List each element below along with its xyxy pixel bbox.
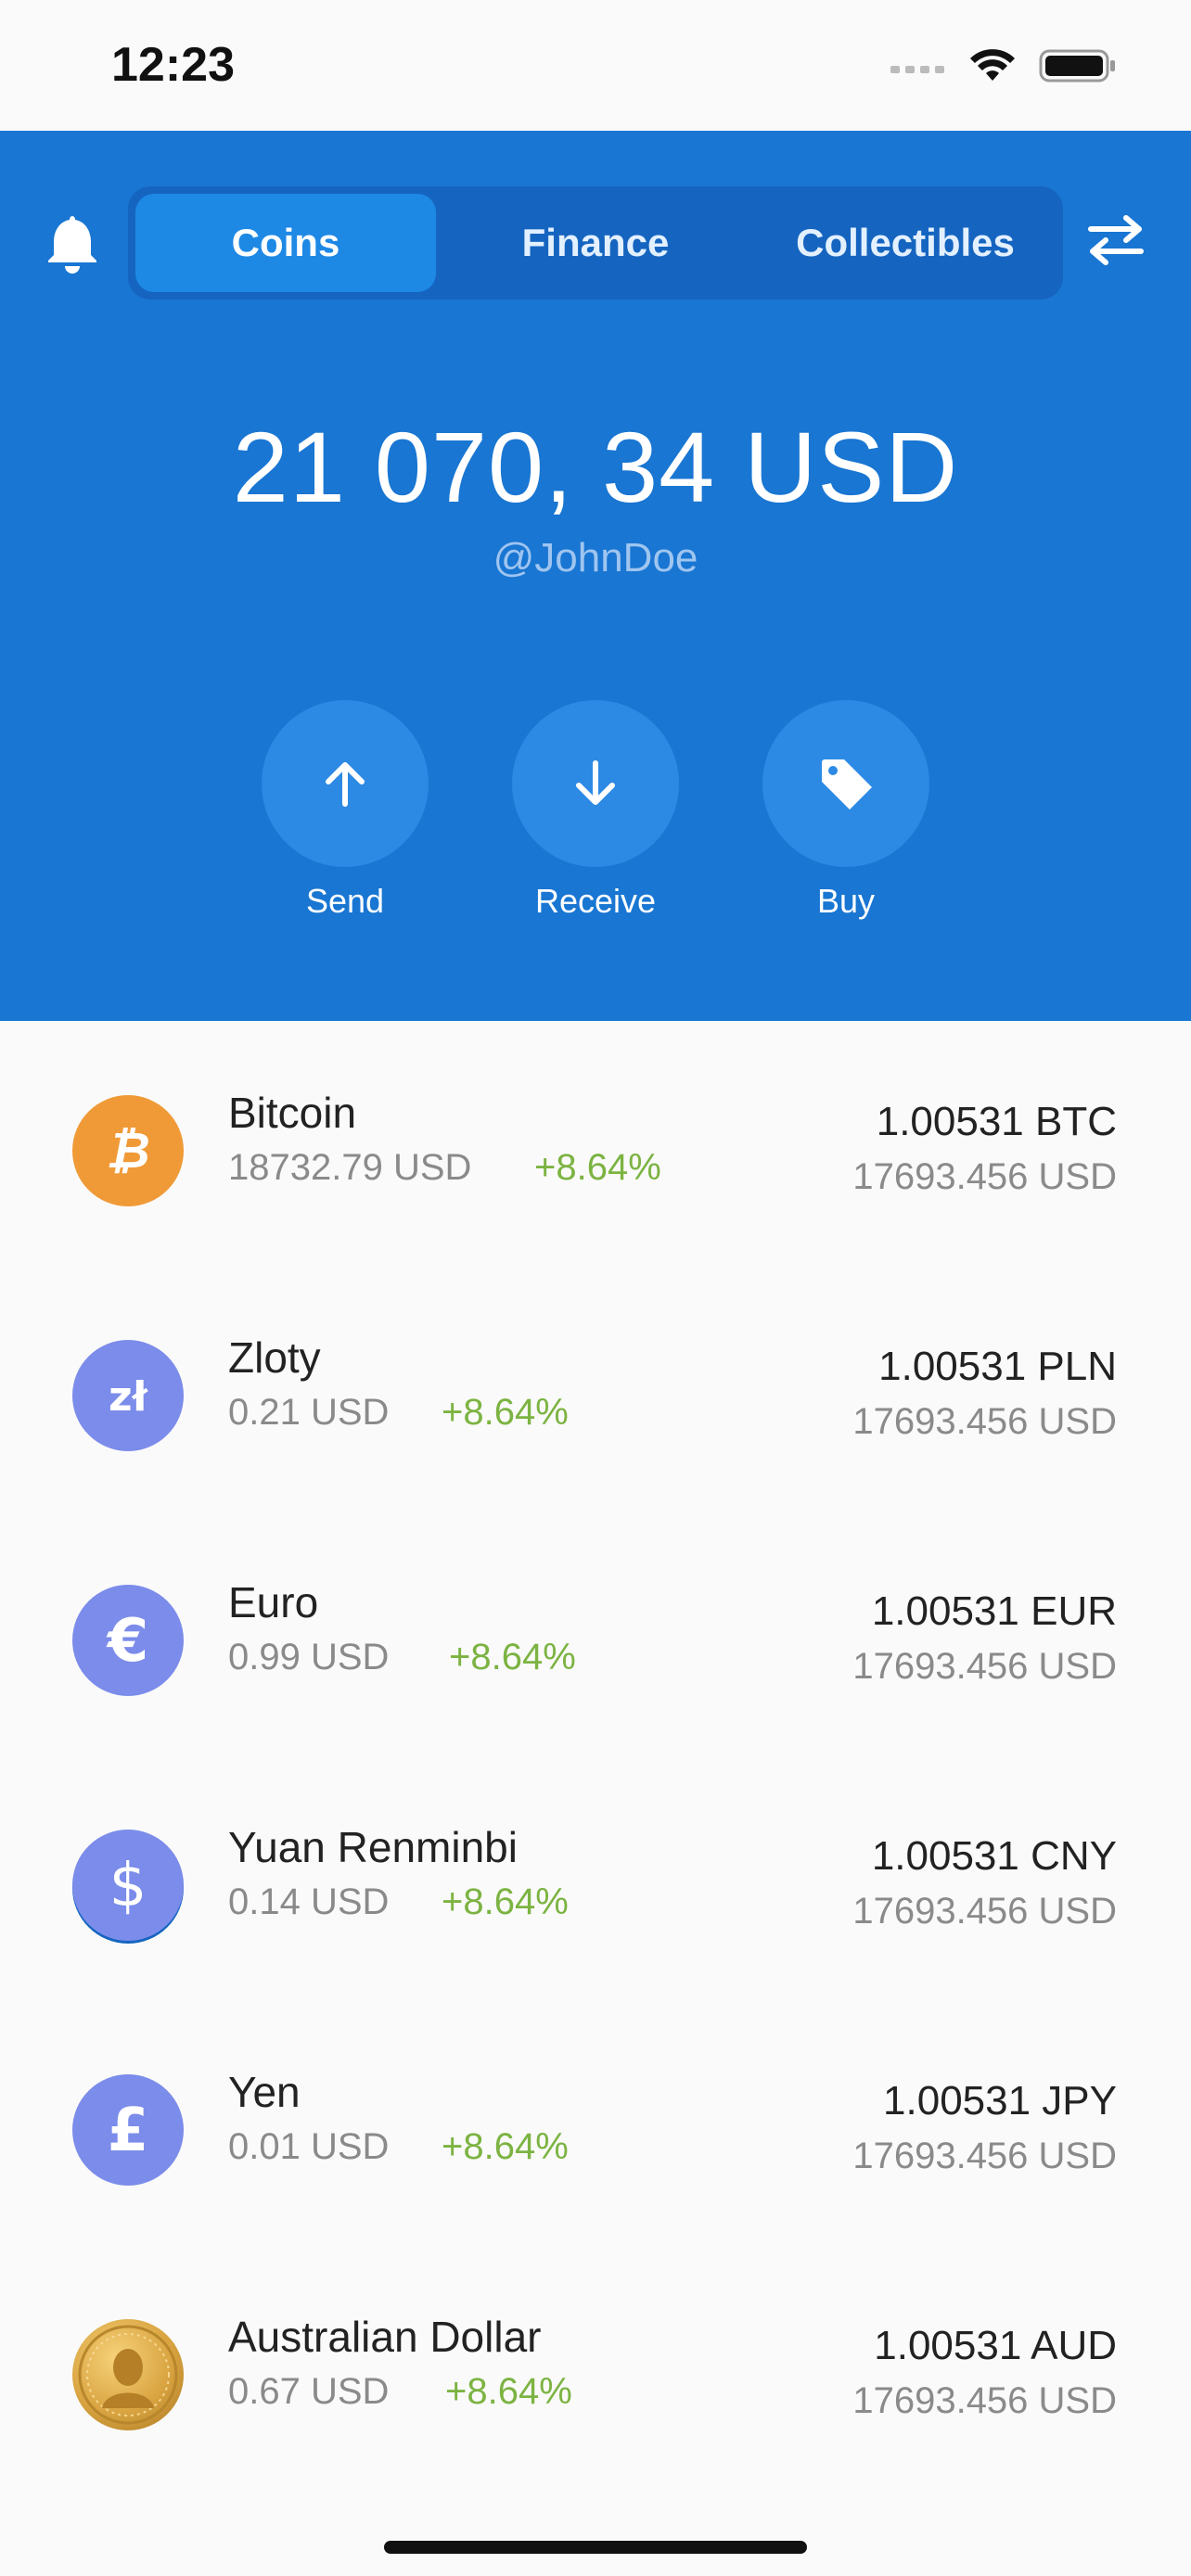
list-item[interactable]: € Euro 0.99 USD +8.64% 1.00531 EUR 17693… [0, 1511, 1191, 1755]
coin-name: Yuan Renminbi [228, 1823, 518, 1871]
home-indicator[interactable] [384, 2541, 807, 2554]
bitcoin-icon: ₿ [72, 1095, 184, 1206]
zloty-icon: zł [72, 1340, 184, 1451]
swap-arrows-icon[interactable] [1085, 212, 1146, 268]
buy-label: Buy [816, 882, 876, 920]
coin-amount: 1.00531 BTC [876, 1099, 1117, 1144]
total-balance: 21 070, 34 USD [232, 411, 959, 523]
arrow-up-icon [326, 762, 365, 807]
send-circle[interactable] [262, 700, 429, 867]
coin-change: +8.64% [442, 2126, 569, 2167]
coin-amount: 1.00531 EUR [871, 1588, 1117, 1634]
euro-icon: € [72, 1585, 184, 1696]
coin-change: +8.64% [449, 1637, 576, 1677]
coin-value: 17693.456 USD [852, 1156, 1117, 1197]
svg-text:₿: ₿ [106, 1121, 149, 1180]
coin-value: 17693.456 USD [852, 1891, 1117, 1932]
coin-name: Bitcoin [228, 1089, 357, 1137]
svg-text:zł: zł [109, 1373, 149, 1421]
coin-name: Euro [228, 1578, 319, 1626]
svg-text:€: € [106, 1607, 149, 1676]
list-item[interactable]: zł Zloty 0.21 USD +8.64% 1.00531 PLN 176… [0, 1266, 1191, 1511]
coin-change: +8.64% [445, 2371, 572, 2412]
coin-amount: 1.00531 CNY [871, 1833, 1117, 1879]
coin-amount: 1.00531 JPY [883, 2078, 1117, 2123]
tab-collectibles[interactable]: Collectibles [755, 194, 1056, 292]
list-item[interactable]: £ Yen 0.01 USD +8.64% 1.00531 JPY 17693.… [0, 2000, 1191, 2245]
pound-icon: £ [72, 2074, 184, 2186]
buy-button[interactable]: Buy [762, 700, 929, 921]
yuan-icon: $ [72, 1830, 184, 1941]
username: @JohnDoe [493, 535, 698, 580]
bell-icon[interactable] [45, 212, 100, 274]
coin-value: 17693.456 USD [852, 1401, 1117, 1442]
arrow-down-icon [576, 760, 615, 805]
coin-change: +8.64% [442, 1881, 569, 1922]
list-item[interactable]: Australian Dollar 0.67 USD +8.64% 1.0053… [0, 2245, 1191, 2490]
coin-price: 18732.79 USD [228, 1147, 472, 1188]
coin-value: 17693.456 USD [852, 1646, 1117, 1687]
status-time: 12:23 [111, 38, 235, 92]
signal-icon [890, 66, 944, 73]
buy-circle[interactable] [762, 700, 929, 867]
wifi-icon [970, 49, 1015, 81]
battery-icon [1039, 49, 1115, 83]
tab-finance[interactable]: Finance [445, 194, 746, 292]
wallet-header: Coins Finance Collectibles 21 070, 34 US… [0, 131, 1191, 1021]
coin-amount: 1.00531 PLN [878, 1344, 1117, 1389]
coin-price: 0.99 USD [228, 1637, 390, 1677]
coin-price: 0.21 USD [228, 1392, 390, 1433]
coin-price: 0.67 USD [228, 2371, 390, 2412]
status-bar: 12:23 [0, 0, 1191, 131]
tag-icon [822, 759, 872, 810]
tab-coins[interactable]: Coins [135, 194, 436, 292]
coin-name: Australian Dollar [228, 2313, 542, 2361]
svg-text:$: $ [109, 1852, 147, 1920]
send-label: Send [305, 882, 385, 920]
tab-switcher: Coins Finance Collectibles [128, 186, 1063, 300]
coin-name: Yen [228, 2068, 301, 2116]
svg-text:£: £ [108, 2097, 149, 2165]
list-item[interactable]: $ Yuan Renminbi 0.14 USD +8.64% 1.00531 … [0, 1755, 1191, 2000]
coin-amount: 1.00531 AUD [874, 2323, 1117, 2368]
coin-name: Zloty [228, 1333, 321, 1382]
coin-price: 0.01 USD [228, 2126, 390, 2167]
receive-button[interactable]: Receive [512, 700, 679, 921]
coin-price: 0.14 USD [228, 1881, 390, 1922]
receive-circle[interactable] [512, 700, 679, 867]
gold-coin-icon [72, 2319, 184, 2430]
coin-value: 17693.456 USD [852, 2136, 1117, 2176]
coin-value: 17693.456 USD [852, 2380, 1117, 2421]
status-icons [890, 43, 1117, 89]
send-button[interactable]: Send [262, 700, 429, 921]
coin-change: +8.64% [442, 1392, 569, 1433]
coin-change: +8.64% [534, 1147, 661, 1188]
list-item[interactable]: ₿ Bitcoin 18732.79 USD +8.64% 1.00531 BT… [0, 1021, 1191, 1266]
receive-label: Receive [534, 882, 657, 920]
